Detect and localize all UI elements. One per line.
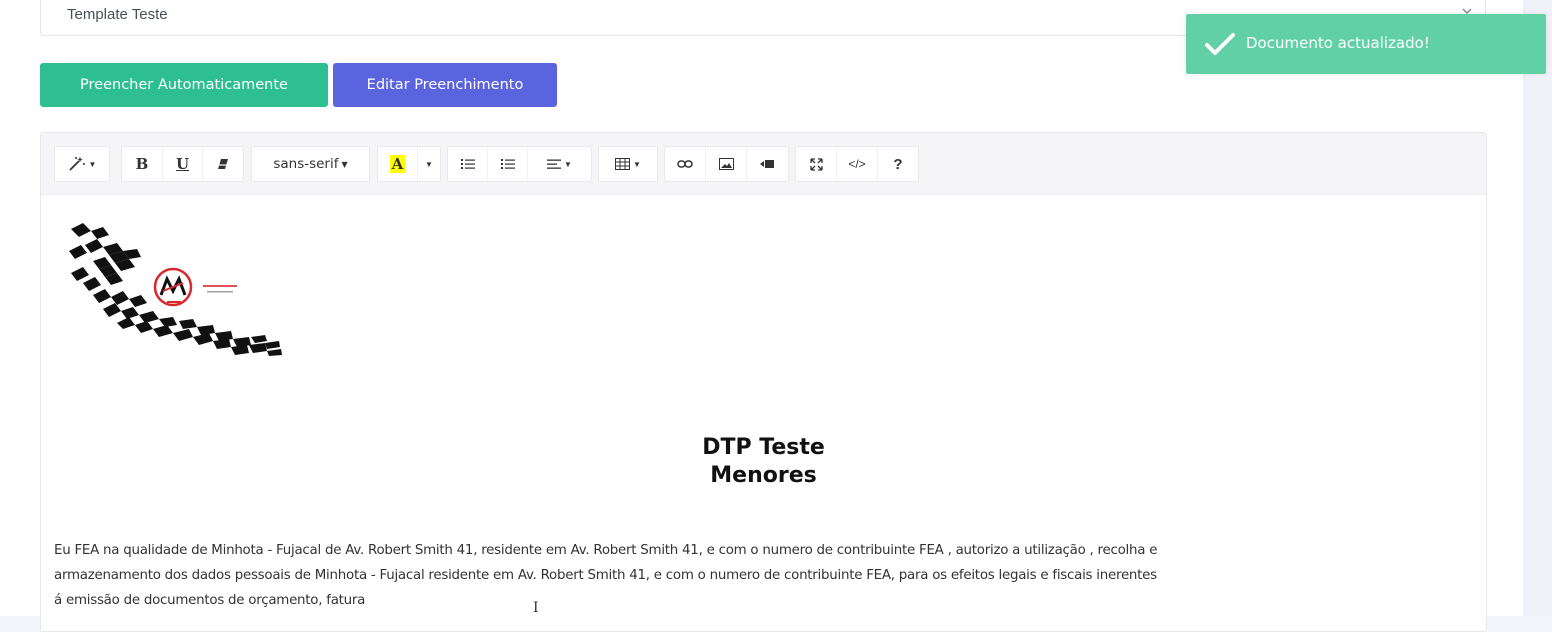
body-line: á emissão de documentos de orçamento, fa… — [54, 593, 366, 608]
table-icon — [615, 158, 631, 170]
ordered-list-button[interactable] — [488, 147, 528, 181]
font-color-icon: A — [389, 155, 406, 173]
document-title-line1: DTP Teste — [702, 435, 825, 460]
main-card: Template Teste Preencher Automaticamente… — [0, 0, 1523, 632]
font-family-dropdown[interactable]: sans-serif ▼ — [252, 147, 369, 181]
caret-down-icon: ▼ — [341, 159, 348, 169]
fullscreen-button[interactable] — [796, 147, 837, 181]
caret-down-icon: ▼ — [564, 159, 572, 169]
align-icon — [547, 159, 562, 169]
logo-emblem — [153, 267, 193, 307]
color-group: A ▼ — [377, 146, 441, 182]
underline-button[interactable]: U — [163, 147, 203, 181]
eraser-icon — [218, 159, 228, 169]
style-group: ▼ — [54, 146, 110, 182]
logo-url — [207, 291, 233, 293]
bold-button[interactable]: B — [122, 147, 163, 181]
unordered-list-icon — [460, 159, 475, 169]
page-scroll-gutter — [1523, 0, 1552, 616]
body-line: Eu FEA na qualidade de Minhota - Fujacal… — [54, 543, 1158, 558]
editor-toolbar: ▼ B U sans-serif ▼ A ▼ ▼ ▼ </> ? — [41, 133, 1486, 195]
success-toast[interactable]: Documento actualizado! — [1186, 14, 1546, 74]
company-logo — [69, 223, 282, 356]
edit-fill-button[interactable]: Editar Preenchimento — [333, 63, 557, 107]
rich-text-editor: ▼ B U sans-serif ▼ A ▼ ▼ ▼ </> ? DTP Tes… — [40, 132, 1487, 632]
insert-group — [664, 146, 789, 182]
font-family-label: sans-serif — [273, 156, 339, 172]
fullscreen-icon — [809, 157, 823, 171]
style-dropdown-button[interactable]: ▼ — [55, 147, 109, 181]
document-body[interactable]: Eu FEA na qualidade de Minhota - Fujacal… — [54, 538, 1459, 613]
image-icon — [718, 158, 734, 170]
image-button[interactable] — [706, 147, 747, 181]
video-button[interactable] — [747, 147, 788, 181]
text-cursor-icon: I — [533, 600, 539, 616]
magic-wand-icon — [68, 157, 85, 171]
unordered-list-button[interactable] — [448, 147, 488, 181]
logo-tagline — [203, 285, 237, 287]
align-dropdown-button[interactable]: ▼ — [528, 147, 591, 181]
font-color-button[interactable]: A — [378, 147, 418, 181]
ordered-list-icon — [500, 159, 515, 169]
table-dropdown-button[interactable]: ▼ — [599, 147, 657, 181]
table-group: ▼ — [598, 146, 658, 182]
view-group: </> ? — [795, 146, 919, 182]
caret-down-icon: ▼ — [425, 159, 433, 169]
caret-down-icon: ▼ — [88, 159, 97, 169]
checkmark-icon — [1205, 33, 1235, 55]
auto-fill-button[interactable]: Preencher Automaticamente — [40, 63, 328, 107]
caret-down-icon: ▼ — [633, 159, 641, 169]
body-line: armazenamento dos dados pessoais de Minh… — [54, 568, 1157, 583]
color-dropdown-button[interactable]: ▼ — [418, 147, 440, 181]
font-family-group: sans-serif ▼ — [251, 146, 370, 182]
font-style-group: B U — [121, 146, 244, 182]
code-view-button[interactable]: </> — [837, 147, 878, 181]
template-select-value: Template Teste — [67, 6, 168, 23]
video-icon — [760, 160, 774, 168]
document-title-line2: Menores — [710, 463, 817, 488]
help-button[interactable]: ? — [878, 147, 918, 181]
toast-message: Documento actualizado! — [1246, 34, 1430, 52]
clear-format-button[interactable] — [203, 147, 243, 181]
link-button[interactable] — [665, 147, 706, 181]
paragraph-group: ▼ — [447, 146, 592, 182]
link-icon — [677, 160, 693, 168]
